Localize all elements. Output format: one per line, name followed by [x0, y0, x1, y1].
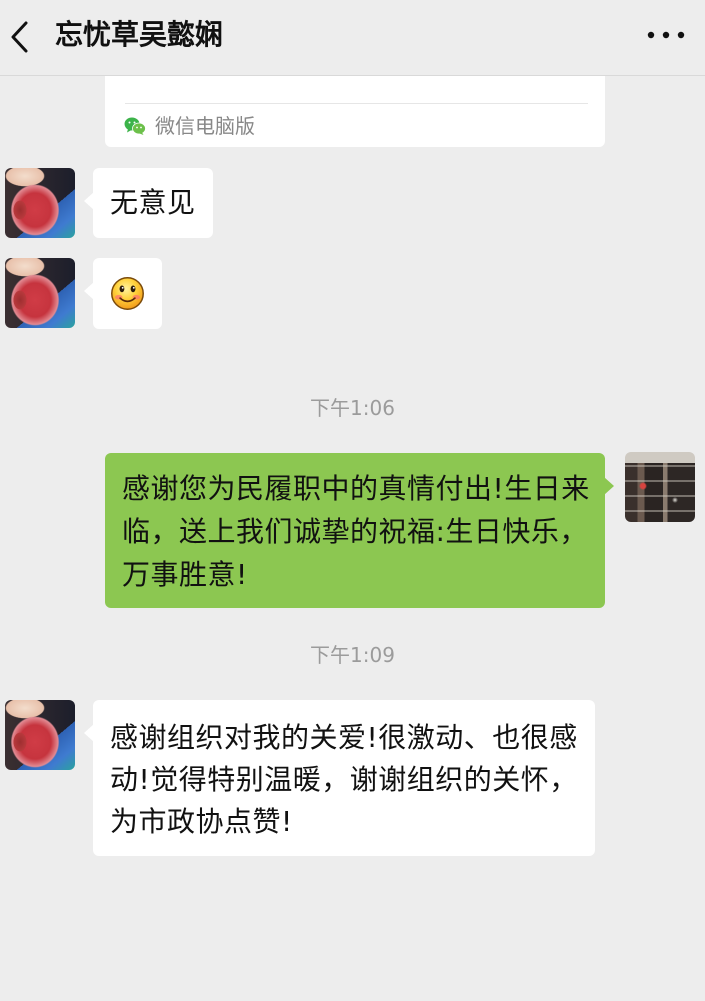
more-dots-icon — [645, 28, 687, 42]
message-line: 动!觉得特别温暖，谢谢组织的关怀， — [110, 763, 578, 796]
message-line: 万事胜意! — [122, 558, 248, 591]
contact-avatar[interactable] — [5, 700, 75, 770]
smile-emoji-icon — [109, 275, 146, 312]
emoji-message-bubble[interactable] — [84, 258, 162, 329]
message-line: 无意见 — [110, 186, 196, 219]
card-divider — [125, 103, 588, 104]
own-avatar[interactable] — [625, 452, 695, 522]
message-line: 感谢组织对我的关爱!很激动、也很感 — [110, 721, 578, 754]
message-timestamp: 下午1:06 — [310, 396, 395, 420]
file-source-label: 微信电脑版 — [155, 114, 255, 138]
message-bubble-outgoing[interactable]: 感谢您为民履职中的真情付出!生日来 临，送上我们诚挚的祝福:生日快乐， 万事胜意… — [105, 453, 614, 608]
message-bubble[interactable]: 感谢组织对我的关爱!很激动、也很感 动!觉得特别温暖，谢谢组织的关怀， 为市政协… — [84, 700, 595, 856]
chat-title: 忘忧草吴懿娴 — [55, 18, 224, 51]
message-bubble[interactable]: 无意见 — [84, 168, 213, 238]
chevron-left-icon — [6, 17, 34, 57]
more-button[interactable] — [645, 28, 687, 42]
message-line: 临，送上我们诚挚的祝福:生日快乐， — [122, 515, 588, 548]
chat-header: 忘忧草吴懿娴 — [0, 0, 705, 76]
message-timestamp: 下午1:09 — [310, 643, 395, 667]
contact-avatar[interactable] — [5, 168, 75, 238]
back-button[interactable] — [6, 17, 34, 57]
wechat-icon — [124, 116, 146, 136]
contact-avatar[interactable] — [5, 258, 75, 328]
message-line: 感谢您为民履职中的真情付出!生日来 — [122, 472, 590, 505]
message-line: 为市政协点赞! — [110, 805, 293, 838]
